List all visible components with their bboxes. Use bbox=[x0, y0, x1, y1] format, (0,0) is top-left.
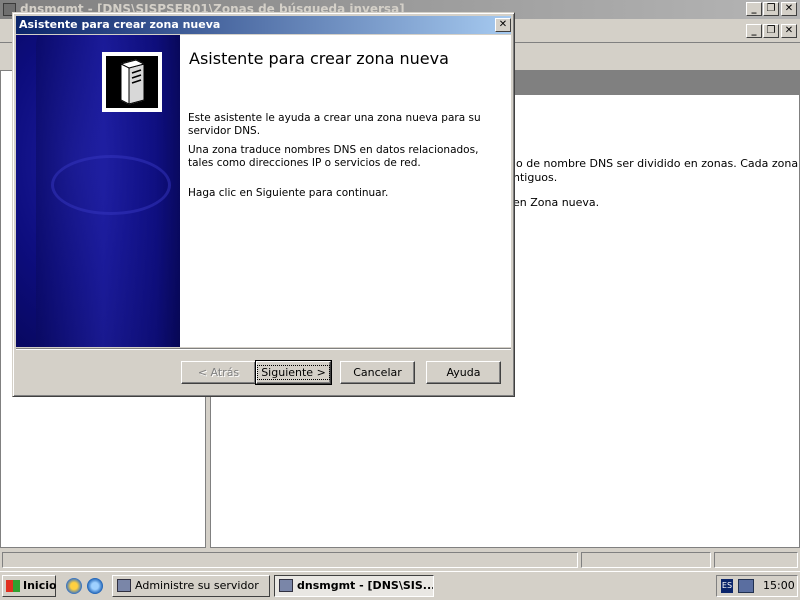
details-line: ntiguos. bbox=[513, 171, 558, 184]
next-button-label: Siguiente > bbox=[257, 365, 330, 380]
wizard-separator bbox=[16, 348, 511, 350]
wizard-description: Este asistente le ayuda a crear una zona… bbox=[188, 112, 488, 206]
new-zone-wizard-dialog: Asistente para crear zona nueva ✕ Asiste… bbox=[12, 12, 515, 397]
details-line: en Zona nueva. bbox=[513, 196, 600, 209]
task-manage-server[interactable]: Administre su servidor bbox=[112, 575, 270, 597]
wizard-title-bar[interactable]: Asistente para crear zona nueva bbox=[16, 16, 511, 34]
banner-ring-graphic bbox=[51, 155, 171, 215]
cancel-button[interactable]: Cancelar bbox=[340, 361, 415, 384]
quick-launch-explorer-icon[interactable] bbox=[66, 578, 82, 594]
task-dnsmgmt[interactable]: dnsmgmt - [DNS\SIS... bbox=[274, 575, 434, 597]
wizard-close-icon[interactable]: ✕ bbox=[495, 18, 511, 32]
wizard-title: Asistente para crear zona nueva bbox=[19, 18, 221, 31]
start-label: Inicio bbox=[23, 579, 57, 592]
clock[interactable]: 15:00 bbox=[763, 576, 795, 596]
status-bar bbox=[0, 550, 800, 570]
start-button[interactable]: Inicio bbox=[2, 575, 57, 597]
windows-logo-icon bbox=[6, 580, 20, 592]
wizard-paragraph: Una zona traduce nombres DNS en datos re… bbox=[188, 144, 479, 169]
network-icon[interactable] bbox=[738, 579, 754, 593]
details-text: io de nombre DNS ser dividido en zonas. … bbox=[513, 157, 799, 221]
server-tower-icon bbox=[119, 59, 146, 105]
quick-launch-ie-icon[interactable] bbox=[87, 578, 103, 594]
task-label: Administre su servidor bbox=[135, 579, 259, 592]
details-line: io de nombre DNS ser dividido en zonas. … bbox=[513, 157, 799, 170]
wizard-body: Asistente para crear zona nueva Este asi… bbox=[16, 35, 511, 347]
help-button[interactable]: Ayuda bbox=[426, 361, 501, 384]
server-icon bbox=[102, 52, 162, 112]
server-task-icon bbox=[117, 579, 131, 592]
child-minimize-icon[interactable]: _ bbox=[746, 24, 762, 38]
restore-icon[interactable]: ❐ bbox=[763, 2, 779, 16]
status-pane bbox=[581, 552, 711, 568]
task-label: dnsmgmt - [DNS\SIS... bbox=[297, 579, 434, 592]
close-icon[interactable]: ✕ bbox=[781, 2, 797, 16]
wizard-paragraph: Este asistente le ayuda a crear una zona… bbox=[188, 112, 481, 137]
child-close-icon[interactable]: ✕ bbox=[781, 24, 797, 38]
taskbar: Inicio Administre su servidor dnsmgmt - … bbox=[0, 571, 800, 600]
wizard-heading: Asistente para crear zona nueva bbox=[189, 49, 449, 68]
language-indicator[interactable]: ES bbox=[721, 579, 733, 593]
next-button[interactable]: Siguiente > bbox=[255, 360, 332, 385]
status-pane bbox=[2, 552, 578, 568]
dns-task-icon bbox=[279, 579, 293, 592]
status-pane bbox=[714, 552, 798, 568]
minimize-icon[interactable]: _ bbox=[746, 2, 762, 16]
back-button[interactable]: < Atrás bbox=[181, 361, 256, 384]
child-restore-icon[interactable]: ❐ bbox=[763, 24, 779, 38]
wizard-paragraph: Haga clic en Siguiente para continuar. bbox=[188, 187, 389, 199]
system-tray: ES 15:00 bbox=[716, 575, 798, 597]
